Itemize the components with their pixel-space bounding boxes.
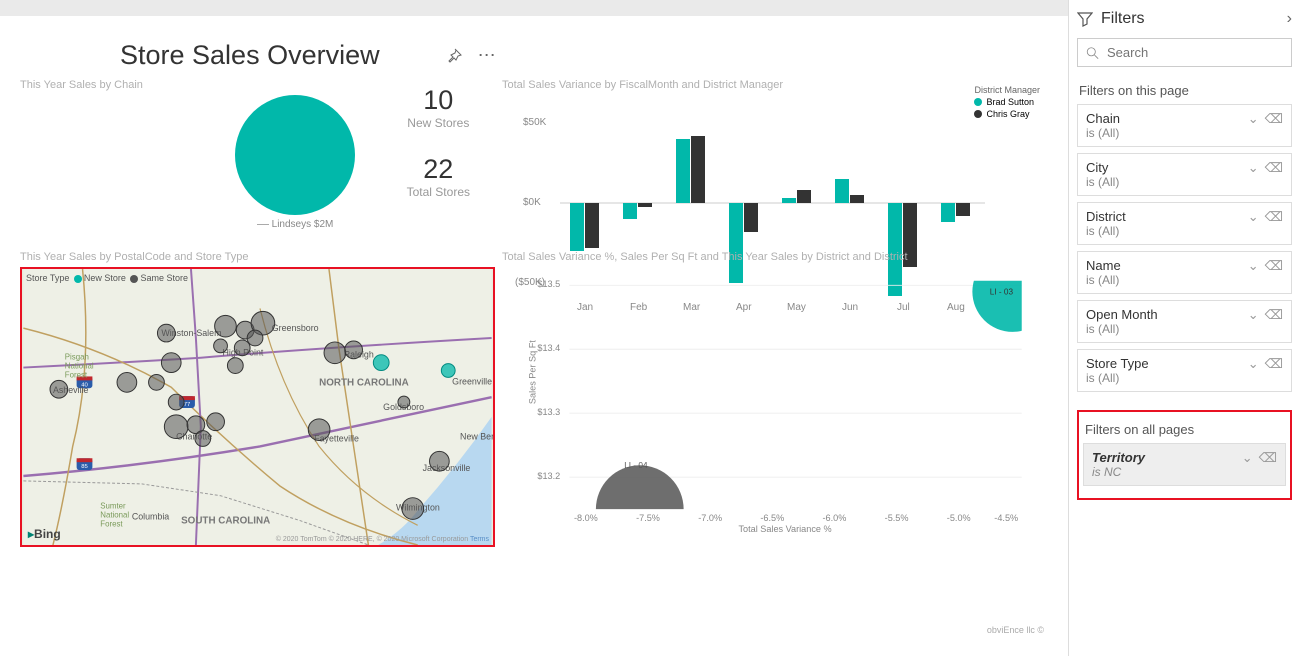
svg-text:Forest: Forest [100,519,123,528]
map-legend: Store Type New Store Same Store [26,273,188,283]
bar-legend: District Manager Brad Sutton Chris Gray [974,85,1040,121]
svg-text:LI - 04: LI - 04 [624,461,648,470]
chevron-down-icon[interactable]: ⌄ [1248,258,1259,274]
bars-aug [941,203,970,222]
bars-mar [676,136,705,203]
svg-text:$0K: $0K [523,197,541,208]
scatter-chart[interactable]: Total Sales Variance %, Sales Per Sq Ft … [502,251,1048,637]
filter-search[interactable] [1077,38,1292,67]
pin-icon[interactable] [446,48,462,64]
svg-text:SOUTH CAROLINA: SOUTH CAROLINA [181,515,270,526]
filter-card-store-type[interactable]: Store Typeis (All) ⌄⌫ [1077,349,1292,392]
chevron-down-icon[interactable]: ⌄ [1248,209,1259,225]
chevron-down-icon[interactable]: ⌄ [1248,356,1259,372]
donut-chart[interactable] [235,95,355,215]
collapse-pane-icon[interactable]: › [1287,10,1292,28]
svg-text:$13.3: $13.3 [537,407,560,417]
donut-legend: Lindseys $2M [257,219,334,230]
filters-all-pages-box: Filters on all pages Territoryis NC ⌄⌫ [1077,410,1292,500]
eraser-icon[interactable]: ⌫ [1265,160,1283,176]
bar-chart-title: Total Sales Variance by FiscalMonth and … [502,79,1048,91]
eraser-icon[interactable]: ⌫ [1265,209,1283,225]
kpi-new-stores-label: New Stores [407,116,470,130]
svg-text:New Bern: New Bern [460,432,493,442]
svg-text:-8.0%: -8.0% [574,513,598,523]
eraser-icon[interactable]: ⌫ [1265,356,1283,372]
map-terms-link[interactable]: Terms [470,536,489,543]
scatter-title: Total Sales Variance %, Sales Per Sq Ft … [502,251,1048,263]
bing-logo: ▸Bing [28,527,61,541]
svg-text:-6.0%: -6.0% [823,513,847,523]
svg-text:-4.5%: -4.5% [994,513,1018,523]
more-options-icon[interactable]: ⋯ [478,45,498,66]
svg-text:Sumter: Sumter [100,502,126,511]
kpi-total-stores-label: Total Stores [407,185,470,199]
svg-text:-7.0%: -7.0% [698,513,722,523]
svg-text:LI - 03: LI - 03 [990,287,1014,296]
svg-text:Columbia: Columbia [132,511,169,521]
filter-card-chain[interactable]: Chainis (All) ⌄⌫ [1077,104,1292,147]
filter-icon [1077,11,1093,27]
chevron-down-icon[interactable]: ⌄ [1248,111,1259,127]
map-title: This Year Sales by PostalCode and Store … [20,251,490,263]
kpi-total-stores-value: 22 [407,154,470,185]
chevron-down-icon[interactable]: ⌄ [1248,307,1259,323]
svg-text:77: 77 [184,402,191,408]
svg-text:Pisgah: Pisgah [65,353,89,362]
bars-jan [570,203,599,251]
filters-page-section: Filters on this page [1079,83,1292,98]
svg-text:Forest: Forest [65,370,88,379]
svg-text:$50K: $50K [523,117,547,128]
filter-card-name[interactable]: Nameis (All) ⌄⌫ [1077,251,1292,294]
svg-text:National: National [65,362,94,371]
svg-text:-5.5%: -5.5% [885,513,909,523]
bars-may [782,190,811,203]
filter-card-city[interactable]: Cityis (All) ⌄⌫ [1077,153,1292,196]
svg-text:Sales Per Sq Ft: Sales Per Sq Ft [528,340,538,404]
filter-card-open-month[interactable]: Open Monthis (All) ⌄⌫ [1077,300,1292,343]
svg-text:National: National [100,510,129,519]
chevron-down-icon[interactable]: ⌄ [1242,450,1253,466]
map-attribution: © 2020 TomTom © 2020 HERE, © 2020 Micros… [276,536,489,543]
filters-all-section: Filters on all pages [1085,422,1286,437]
page-title: Store Sales Overview [120,40,380,71]
top-strip [0,0,1068,16]
chevron-down-icon[interactable]: ⌄ [1248,160,1259,176]
svg-text:-5.0%: -5.0% [947,513,971,523]
svg-text:Greenville: Greenville [452,376,492,386]
map-svg: 85 77 40 Winston-Salem Greensboro High P… [22,269,493,545]
svg-text:$13.4: $13.4 [537,343,560,353]
donut-kpi-cell: This Year Sales by Chain Lindseys $2M 10… [20,79,490,239]
filter-search-input[interactable] [1107,45,1283,60]
map-cell: This Year Sales by PostalCode and Store … [20,251,490,637]
eraser-icon[interactable]: ⌫ [1265,307,1283,323]
report-canvas: Store Sales Overview ⋯ This Year Sales b… [0,16,1068,656]
svg-text:85: 85 [81,464,88,470]
filter-card-territory[interactable]: Territoryis NC ⌄⌫ [1083,443,1286,486]
bars-feb [623,203,652,219]
filter-card-district[interactable]: Districtis (All) ⌄⌫ [1077,202,1292,245]
search-icon [1086,46,1099,60]
eraser-icon[interactable]: ⌫ [1265,111,1283,127]
bars-jun [835,179,864,203]
eraser-icon[interactable]: ⌫ [1259,450,1277,466]
attribution-footer: obviEnce llc © [987,625,1044,635]
svg-text:-6.5%: -6.5% [760,513,784,523]
scatter-svg: $13.5 $13.4 $13.3 $13.2 Sales Per Sq Ft [502,267,1048,532]
filters-title: Filters [1101,10,1279,28]
filters-pane: Filters › Filters on this page Chainis (… [1068,0,1300,656]
svg-text:NORTH CAROLINA: NORTH CAROLINA [319,377,409,388]
svg-text:Total Sales Variance %: Total Sales Variance % [738,524,831,532]
svg-text:Greensboro: Greensboro [272,323,319,333]
eraser-icon[interactable]: ⌫ [1265,258,1283,274]
bar-chart[interactable]: Total Sales Variance by FiscalMonth and … [502,79,1048,239]
svg-text:$13.5: $13.5 [537,279,560,289]
svg-text:-7.5%: -7.5% [636,513,660,523]
svg-text:$13.2: $13.2 [537,471,560,481]
kpi-new-stores-value: 10 [407,85,470,116]
map-visual[interactable]: Store Type New Store Same Store [20,267,495,547]
